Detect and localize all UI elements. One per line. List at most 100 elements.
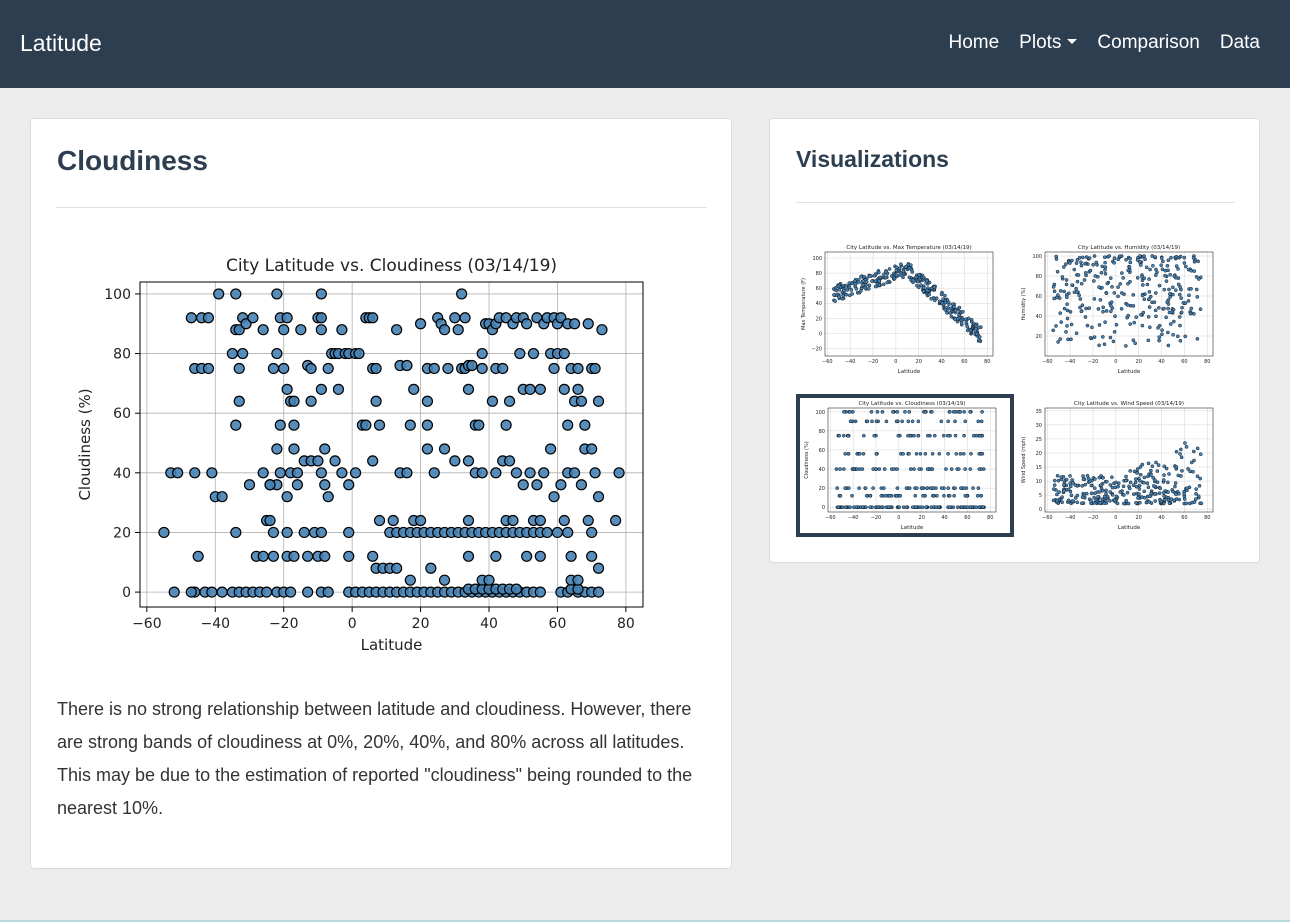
- data-point: [264, 479, 276, 491]
- thumbnail-point: [1180, 305, 1184, 310]
- thumbnail-point: [1194, 492, 1198, 496]
- data-point: [271, 443, 283, 455]
- data-point: [202, 312, 215, 324]
- nav-comparison-link[interactable]: Comparison: [1097, 32, 1199, 54]
- thumbnail-point: [1058, 289, 1063, 293]
- data-point: [579, 419, 591, 431]
- thumbnail-point: [1151, 484, 1156, 488]
- thumbnail-title: City Latitude vs. Humidity (03/14/19): [1078, 245, 1180, 251]
- thumbnail-point: [882, 486, 886, 490]
- data-point: [592, 562, 605, 574]
- thumbnail-max-temperature[interactable]: −60 −40 −20 0 20 40 60 80 −20 0 20 40 60 80 100 City La…: [793, 238, 1011, 381]
- thumbnail-point: [1060, 495, 1064, 500]
- thumbnail-point: [1102, 342, 1107, 347]
- thumbnail-point: [1145, 481, 1150, 486]
- thumbnail-point: [1112, 256, 1117, 260]
- thumbnail-point: [1062, 306, 1067, 311]
- visualizations-card: Visualizations −60 −40 −20 0 20 40 60 80 −20 0 20 4…: [769, 118, 1260, 563]
- thumbnail-point: [882, 467, 887, 471]
- thumbnail-point: [1110, 285, 1114, 289]
- thumbnail-humidity[interactable]: −60 −40 −20 0 20 40 60 80 20 40 60 80 100 City Latitu…: [1013, 238, 1231, 381]
- x-tick-label: −60: [132, 616, 162, 632]
- thumbnail-point: [1079, 281, 1084, 286]
- thumbnail-point: [1051, 498, 1056, 503]
- data-point: [425, 562, 437, 574]
- thumbnail-point: [1116, 294, 1120, 299]
- thumbnail-point: [1112, 261, 1116, 265]
- thumbnail-point: [1092, 297, 1097, 301]
- thumbnail-point: [1093, 274, 1098, 278]
- data-point: [367, 550, 379, 562]
- thumbnail-point: [898, 493, 902, 498]
- data-point: [264, 514, 276, 527]
- data-point: [302, 550, 314, 562]
- thumbnail-point: [962, 410, 966, 414]
- thumbnail-point: [836, 505, 841, 510]
- thumbnail-point: [1070, 499, 1075, 503]
- main-card: Cloudiness −60 −40 −20 0 20 40 60 80 0 20 40 60 80 10…: [30, 118, 732, 869]
- thumbnail-point: [1089, 491, 1094, 496]
- page-title: Cloudiness: [57, 145, 208, 176]
- brand-link[interactable]: Latitude: [20, 30, 102, 57]
- thumbnail-point: [1154, 460, 1158, 465]
- thumbnail-point: [1142, 276, 1146, 281]
- thumbnail-point: [946, 486, 951, 490]
- thumbnail-point: [1171, 285, 1175, 290]
- nav-data-link[interactable]: Data: [1220, 32, 1260, 54]
- data-point: [373, 419, 386, 431]
- data-point: [233, 362, 245, 375]
- data-point: [315, 526, 327, 539]
- thumbnail-point: [838, 493, 843, 498]
- thumbnail-point: [959, 486, 963, 490]
- thumbnail-point: [1099, 270, 1104, 275]
- thumbnail-point: [1067, 291, 1071, 296]
- thumbnail-point: [1076, 273, 1081, 277]
- thumbnail-point: [1065, 295, 1069, 300]
- thumbnail-point: [884, 275, 888, 280]
- thumbnail-point: [1148, 473, 1153, 477]
- thumbnail-point: [962, 433, 966, 438]
- data-point: [189, 467, 201, 479]
- thumbnail-point: [955, 505, 960, 510]
- thumbnail-point: [1146, 474, 1150, 479]
- thumbnail-wind-speed[interactable]: −60 −40 −20 0 20 40 60 80 0 5 10 15 20 25 30 35 City Lat…: [1013, 394, 1231, 537]
- nav-plots-label: Plots: [1019, 32, 1062, 53]
- thumbnail-point: [1189, 306, 1194, 311]
- thumbnail-point: [1158, 486, 1163, 491]
- thumbnail-point: [952, 493, 956, 498]
- thumbnail-point: [850, 292, 854, 296]
- thumbnail-point: [946, 419, 950, 424]
- thumbnail-point: [1093, 477, 1097, 481]
- thumbnail-point: [867, 274, 872, 278]
- thumbnail-point: [1177, 292, 1182, 297]
- thumbnail-background: [1017, 398, 1227, 533]
- thumbnail-point: [1109, 303, 1113, 308]
- nav-home-link[interactable]: Home: [948, 32, 999, 54]
- thumbnail-point: [1197, 277, 1201, 281]
- thumbnail-point: [930, 451, 935, 456]
- data-point: [414, 318, 427, 330]
- thumbnail-point: [1088, 336, 1093, 340]
- thumbnail-point: [925, 278, 929, 283]
- data-point: [462, 550, 475, 562]
- thumbnail-point: [1136, 496, 1140, 500]
- data-point: [428, 467, 440, 479]
- data-point: [185, 312, 197, 324]
- data-point: [158, 526, 170, 539]
- thumbnail-point: [1194, 487, 1198, 491]
- thumbnail-point: [887, 493, 892, 498]
- thumbnail-point: [1072, 267, 1077, 272]
- thumbnail-point: [923, 410, 928, 414]
- description-text: There is no strong relationship between …: [57, 699, 693, 818]
- thumbnail-point: [1116, 285, 1120, 289]
- thumbnail-cloudiness[interactable]: −60 −40 −20 0 20 40 60 80 0 20 40 60 80 100 City Latit…: [796, 394, 1014, 537]
- thumbnail-point: [914, 505, 918, 510]
- thumbnail-point: [881, 282, 886, 287]
- data-point: [551, 526, 564, 539]
- nav-plots-dropdown[interactable]: Plots: [1019, 32, 1078, 54]
- thumbnail-point: [1097, 323, 1102, 327]
- thumbnail-ylabel: Max Temperature (F): [801, 278, 807, 330]
- data-point: [288, 419, 300, 431]
- thumbnail-point: [1122, 501, 1126, 506]
- thumbnail-point: [1196, 259, 1200, 264]
